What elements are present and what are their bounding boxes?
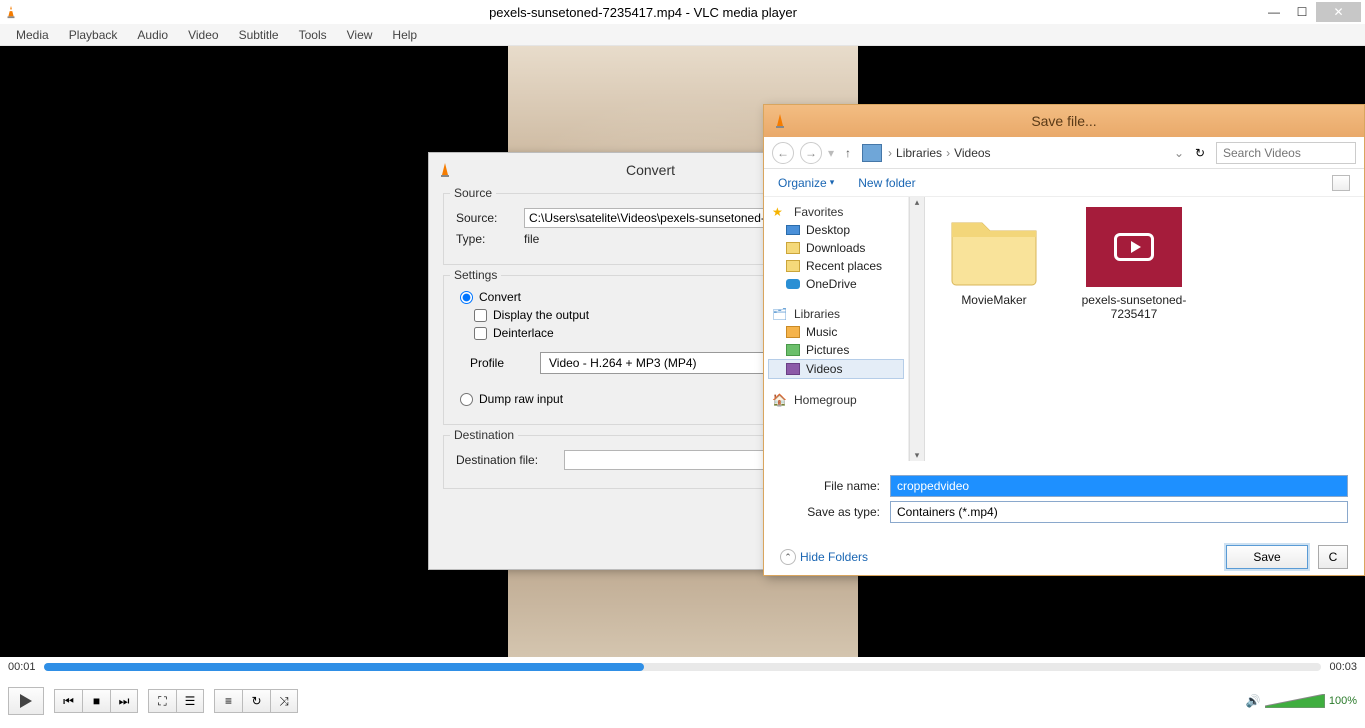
play-button[interactable]: [8, 687, 44, 715]
tree-videos[interactable]: Videos: [768, 359, 904, 379]
file-pexels[interactable]: pexels-sunsetoned-7235417: [1079, 207, 1189, 321]
library-icon: [862, 144, 882, 162]
savefile-title: Save file...: [764, 105, 1364, 137]
search-input[interactable]: [1216, 142, 1356, 164]
tree-music[interactable]: Music: [768, 323, 904, 341]
controls-bar: ⏮ ■ ⏭ ⛶ ☰ ≡ ↻ ⤨ 🔊 100%: [0, 677, 1365, 725]
hide-folders-toggle[interactable]: Hide Folders: [780, 549, 868, 565]
savefile-navbar: ← → ▾ ↑ › Libraries › Videos ⌄ ↻: [764, 137, 1364, 169]
new-folder-button[interactable]: New folder: [858, 176, 915, 190]
onedrive-icon: [786, 279, 800, 289]
menu-audio[interactable]: Audio: [127, 26, 178, 44]
filename-label: File name:: [780, 479, 890, 493]
maximize-button[interactable]: ☐: [1288, 2, 1316, 22]
stop-button[interactable]: ■: [82, 689, 110, 713]
menu-help[interactable]: Help: [382, 26, 427, 44]
menu-tools[interactable]: Tools: [289, 26, 337, 44]
savefile-toolbar: Organize New folder: [764, 169, 1364, 197]
desktop-icon: [786, 225, 800, 235]
cancel-button[interactable]: C: [1318, 545, 1348, 569]
time-elapsed[interactable]: 00:01: [8, 661, 36, 673]
source-label: Source:: [456, 211, 516, 225]
star-icon: ★: [772, 205, 788, 219]
file-moviemaker[interactable]: MovieMaker: [939, 207, 1049, 307]
up-button[interactable]: ↑: [840, 145, 856, 161]
tree-desktop[interactable]: Desktop: [768, 221, 904, 239]
shuffle-button[interactable]: ⤨: [270, 689, 298, 713]
tree-scrollbar[interactable]: [909, 197, 925, 461]
ext-settings-button[interactable]: ☰: [176, 689, 204, 713]
refresh-button[interactable]: ↻: [1190, 143, 1210, 163]
back-button[interactable]: ←: [772, 142, 794, 164]
save-button[interactable]: Save: [1226, 545, 1308, 569]
menu-video[interactable]: Video: [178, 26, 228, 44]
fullscreen-button[interactable]: ⛶: [148, 689, 176, 713]
volume-slider[interactable]: [1265, 694, 1325, 708]
videos-icon: [786, 363, 800, 375]
tree-downloads[interactable]: Downloads: [768, 239, 904, 257]
seek-row: 00:01 00:03: [0, 657, 1365, 677]
loop-button[interactable]: ↻: [242, 689, 270, 713]
playlist-button[interactable]: ≡: [214, 689, 242, 713]
menu-media[interactable]: Media: [6, 26, 59, 44]
radio-dump[interactable]: [460, 393, 473, 406]
downloads-icon: [786, 242, 800, 254]
close-button[interactable]: ✕: [1316, 2, 1361, 22]
vlc-cone-icon: [772, 113, 788, 129]
homegroup-icon: 🏠: [772, 393, 788, 407]
type-label: Type:: [456, 232, 516, 246]
savefile-dialog: Save file... ← → ▾ ↑ › Libraries › Video…: [763, 104, 1365, 576]
menu-view[interactable]: View: [337, 26, 383, 44]
profile-label: Profile: [470, 356, 530, 370]
window-title: pexels-sunsetoned-7235417.mp4 - VLC medi…: [26, 5, 1260, 20]
dest-label: Destination file:: [456, 453, 556, 467]
chk-display-output[interactable]: [474, 309, 487, 322]
organize-menu[interactable]: Organize: [778, 176, 834, 190]
tree-onedrive[interactable]: OneDrive: [768, 275, 904, 293]
tree-recent[interactable]: Recent places: [768, 257, 904, 275]
vlc-cone-icon: [437, 162, 453, 178]
radio-convert[interactable]: [460, 291, 473, 304]
chk-deinterlace[interactable]: [474, 327, 487, 340]
seek-slider[interactable]: [44, 663, 1322, 671]
view-options-button[interactable]: [1332, 175, 1350, 191]
video-file-icon: [1086, 207, 1182, 287]
savetype-combo[interactable]: Containers (*.mp4): [890, 501, 1348, 523]
volume-percent: 100%: [1329, 695, 1357, 707]
crumb-videos[interactable]: Videos: [954, 146, 990, 160]
next-track-button[interactable]: ⏭: [110, 689, 138, 713]
folder-tree[interactable]: ★Favorites Desktop Downloads Recent plac…: [764, 197, 909, 461]
menu-bar: Media Playback Audio Video Subtitle Tool…: [0, 24, 1365, 46]
minimize-button[interactable]: —: [1260, 2, 1288, 22]
crumb-libraries[interactable]: Libraries: [896, 146, 942, 160]
savetype-label: Save as type:: [780, 505, 890, 519]
filename-input[interactable]: [890, 475, 1348, 497]
tree-pictures[interactable]: Pictures: [768, 341, 904, 359]
music-icon: [786, 326, 800, 338]
pictures-icon: [786, 344, 800, 356]
main-titlebar: pexels-sunsetoned-7235417.mp4 - VLC medi…: [0, 0, 1365, 24]
recent-icon: [786, 260, 800, 272]
vlc-cone-icon: [4, 5, 18, 19]
menu-playback[interactable]: Playback: [59, 26, 128, 44]
prev-track-button[interactable]: ⏮: [54, 689, 82, 713]
speaker-icon[interactable]: 🔊: [1246, 694, 1261, 708]
file-pane[interactable]: MovieMaker pexels-sunsetoned-7235417: [925, 197, 1364, 461]
libraries-icon: 🗂: [772, 307, 788, 321]
time-total[interactable]: 00:03: [1329, 661, 1357, 673]
forward-button[interactable]: →: [800, 142, 822, 164]
menu-subtitle[interactable]: Subtitle: [229, 26, 289, 44]
folder-icon: [946, 207, 1042, 287]
